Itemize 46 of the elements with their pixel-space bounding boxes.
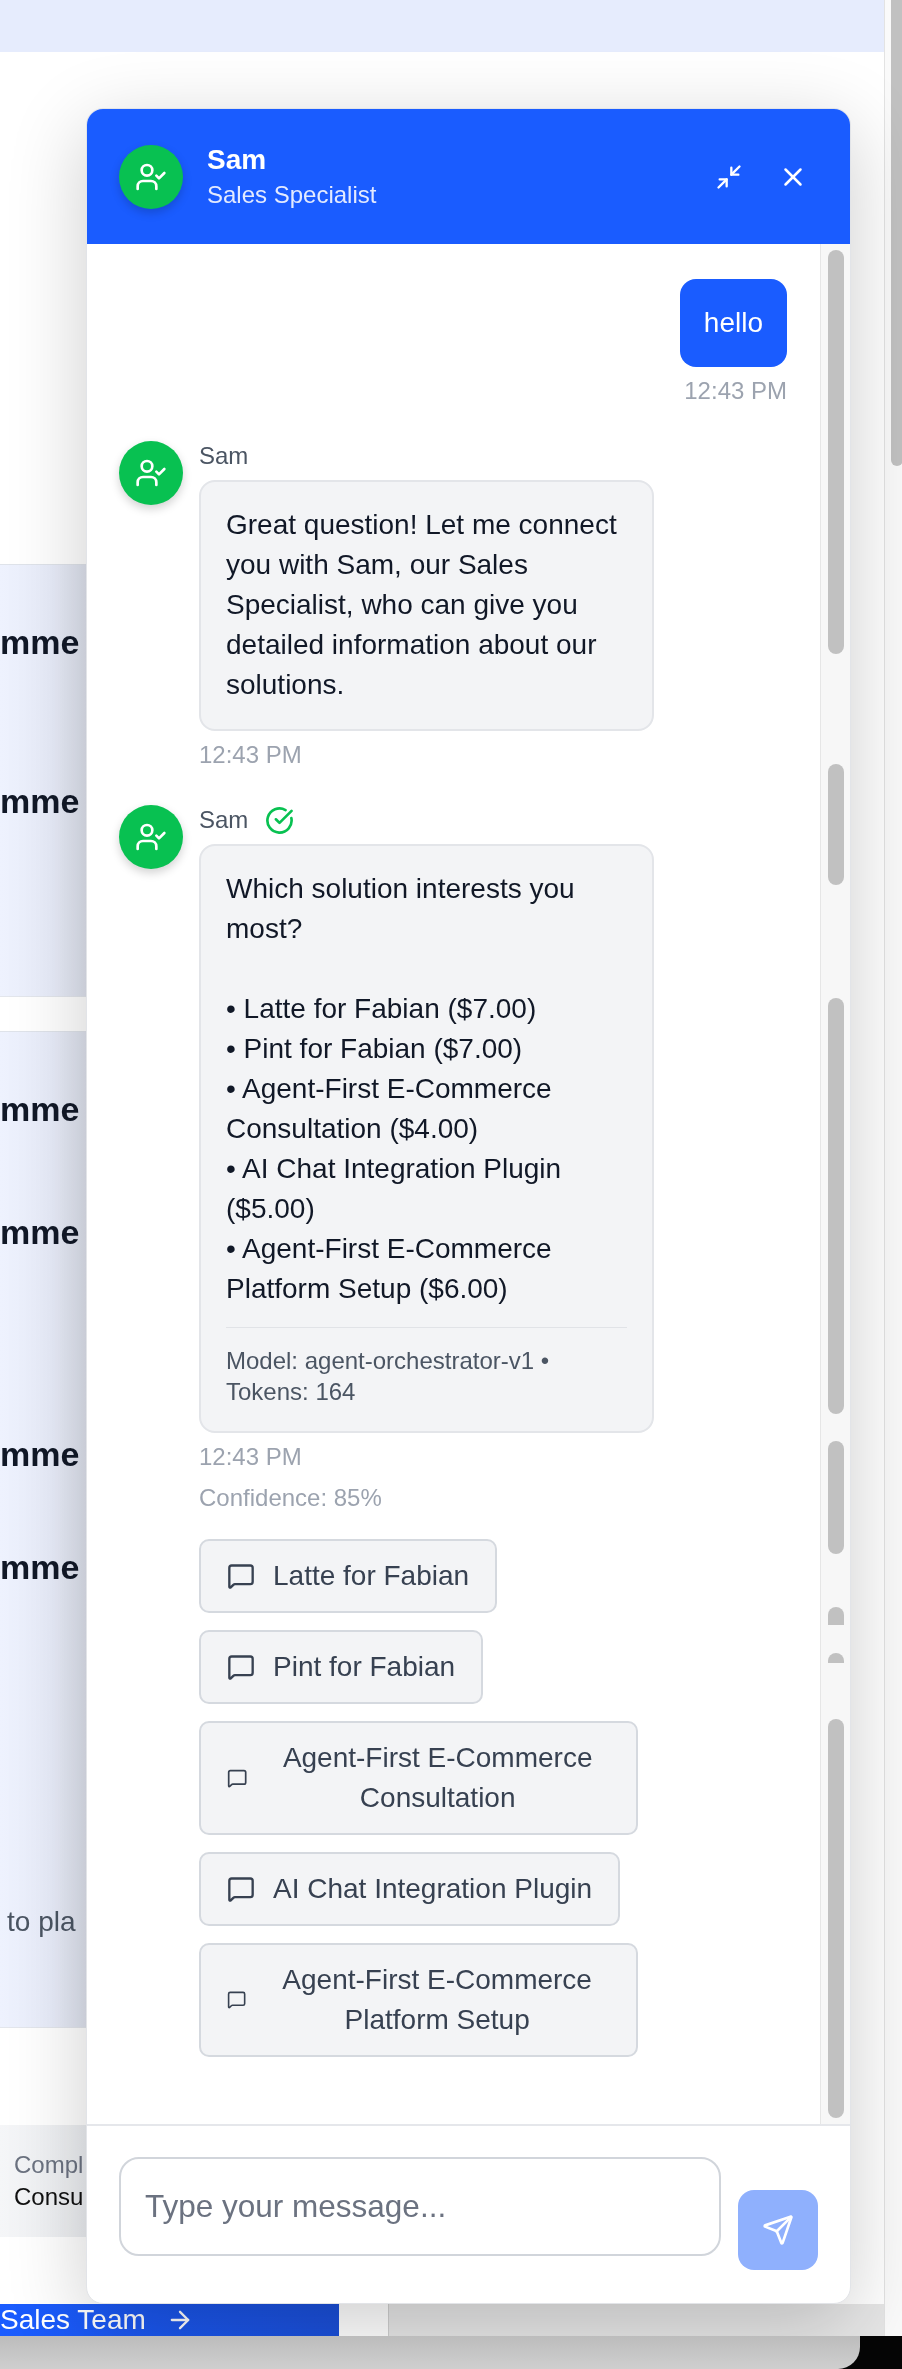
panel-heading: mme — [0, 1434, 80, 1475]
minimize-icon — [715, 162, 743, 191]
user-check-icon — [119, 144, 183, 209]
send-icon — [762, 2214, 794, 2246]
panel-heading: mme — [0, 622, 80, 663]
panel-heading: mme — [0, 1547, 80, 1588]
user-message-bubble: hello — [679, 279, 787, 367]
panel-text: to pla — [7, 1905, 76, 1939]
message-time: 12:43 PM — [199, 1442, 302, 1472]
chat-bubble-icon — [227, 1767, 248, 1789]
quick-reply-button[interactable]: Agent-First E-Commerce Consultation — [199, 1721, 638, 1835]
scrollbar-thumb[interactable] — [891, 0, 902, 466]
chat-bubble-icon — [227, 1562, 255, 1590]
quick-reply-button[interactable]: Agent-First E-Commerce Platform Setup — [199, 1943, 638, 2057]
user-check-icon — [119, 805, 183, 869]
scrollbar-thumb[interactable] — [828, 1441, 844, 1554]
chat-bubble-icon — [227, 1990, 247, 2010]
message-input[interactable]: Type your message... — [119, 2157, 721, 2256]
sender-name: Sam — [199, 442, 249, 470]
scrollbar-thumb[interactable] — [828, 250, 844, 654]
panel-heading: mme — [0, 781, 80, 822]
agent-role: Sales Specialist — [207, 180, 377, 210]
sender-name: Sam — [199, 806, 249, 834]
panel-heading: mme — [0, 1089, 80, 1130]
chat-bubble-icon — [227, 1875, 255, 1903]
message-time: 12:43 PM — [199, 740, 302, 770]
message-time: 12:43 PM — [684, 376, 787, 406]
quick-reply-button[interactable]: AI Chat Integration Plugin — [199, 1852, 621, 1926]
chat-bubble-icon — [227, 1653, 255, 1681]
agent-name: Sam — [207, 143, 267, 177]
scrollbar-thumb[interactable] — [828, 998, 844, 1414]
scrollbar-thumb[interactable] — [828, 1653, 844, 1663]
confidence-text: Confidence: 85% — [199, 1483, 382, 1513]
user-check-icon — [119, 441, 183, 505]
card-label: Compl — [14, 2150, 84, 2180]
message-text: Which solution interests you most? • Latte for Fabian ($7.00) • Pint for Fabian ($7.00) • Agent-First E-Commerce Consultation ($4.00) • AI Chat Integration Plugin ($5.00) • Agent-First E-Commerce Platform Setup ($6.00) — [226, 872, 576, 1306]
sales-team-button[interactable]: Sales Team — [0, 2304, 339, 2336]
scrollbar-thumb[interactable] — [828, 1607, 844, 1625]
quick-reply-button[interactable]: Latte for Fabian — [199, 1539, 498, 1613]
message-text: Great question! Let me connect you with Sam, our Sales Specialist, who can give you detailed information about our solutions. — [226, 508, 618, 702]
quick-reply-button[interactable]: Pint for Fabian — [199, 1630, 484, 1704]
message-meta: Model: agent-orchestrator-v1 • Tokens: 164 — [226, 1327, 627, 1407]
scrollbar-thumb[interactable] — [828, 764, 844, 885]
panel-heading: mme — [0, 1212, 80, 1253]
scrollbar-thumb[interactable] — [828, 1719, 844, 2118]
card-value: Consu — [14, 2182, 84, 2212]
